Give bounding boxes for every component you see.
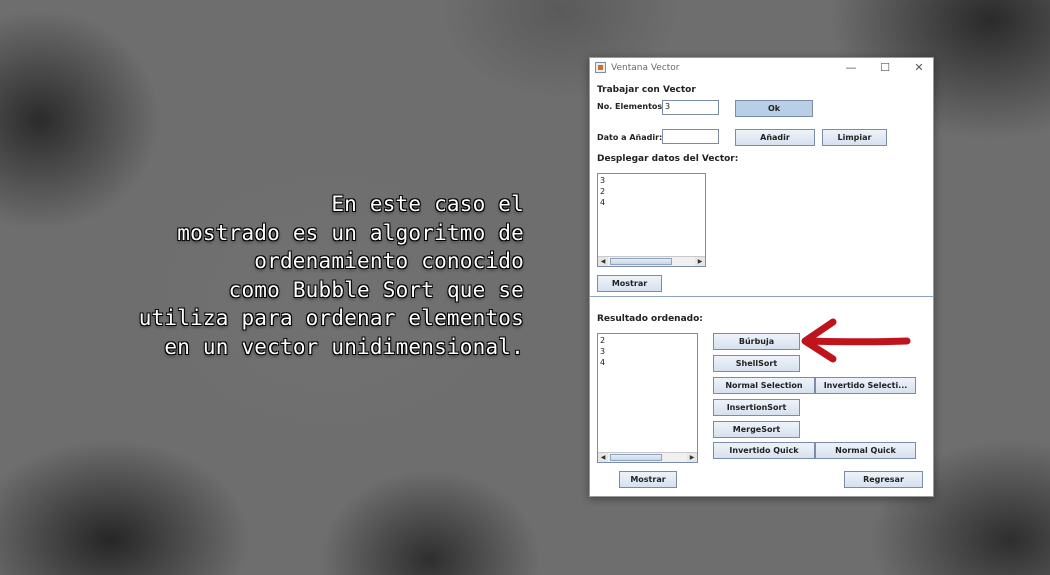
scroll-thumb[interactable]	[610, 454, 662, 461]
close-button[interactable]: ✕	[912, 61, 926, 75]
ok-button[interactable]: Ok	[735, 100, 813, 117]
caption-text: En este caso el mostrado es un algoritmo…	[110, 190, 524, 361]
vector-item: 2	[600, 187, 606, 196]
vector-item: 4	[600, 198, 606, 207]
display-title: Desplegar datos del Vector:	[597, 154, 739, 164]
inverted-quick-button[interactable]: Invertido Quick	[713, 442, 815, 459]
title-bar[interactable]: Ventana Vector — ☐ ✕	[590, 58, 933, 79]
num-elements-field[interactable]: 3	[662, 100, 719, 115]
maximize-button[interactable]: ☐	[878, 61, 892, 75]
scroll-thumb[interactable]	[610, 258, 672, 265]
scroll-left-arrow-icon[interactable]: ◀	[598, 257, 608, 266]
section-divider	[590, 296, 933, 297]
vector-item: 3	[600, 176, 606, 185]
scroll-right-arrow-icon[interactable]: ▶	[687, 453, 697, 462]
caption-line: como Bubble Sort que se	[228, 277, 524, 302]
inverted-selection-button[interactable]: Invertido Selecti...	[815, 377, 916, 394]
bubble-sort-button[interactable]: Búrbuja	[713, 333, 800, 350]
result-item: 4	[600, 358, 606, 367]
vector-data-textarea[interactable]: 3 2 4 ◀ ▶	[597, 173, 706, 267]
insertion-sort-button[interactable]: InsertionSort	[713, 399, 800, 416]
back-button[interactable]: Regresar	[844, 471, 923, 488]
add-button[interactable]: Añadir	[735, 129, 815, 146]
normal-selection-button[interactable]: Normal Selection	[713, 377, 815, 394]
normal-quick-button[interactable]: Normal Quick	[815, 442, 916, 459]
num-elements-label: No. Elementos:	[597, 102, 666, 111]
caption-line: En este caso el	[331, 192, 524, 216]
shell-sort-button[interactable]: ShellSort	[713, 355, 800, 372]
arrow-shaft	[803, 337, 911, 346]
window-content: Trabajar con Vector No. Elementos: 3 Ok …	[590, 79, 933, 496]
vector-window: Ventana Vector — ☐ ✕ Trabajar con Vector…	[589, 57, 934, 497]
result-item: 2	[600, 336, 606, 345]
red-arrow-annotation	[801, 318, 911, 363]
minimize-button[interactable]: —	[844, 61, 858, 75]
add-data-field[interactable]	[662, 129, 719, 144]
window-title: Ventana Vector	[611, 63, 680, 73]
result-title: Resultado ordenado:	[597, 314, 703, 324]
scroll-left-arrow-icon[interactable]: ◀	[598, 453, 608, 462]
caption-line: en un vector unidimensional.	[164, 334, 524, 359]
show-vector-button[interactable]: Mostrar	[597, 275, 662, 292]
clear-button[interactable]: Limpiar	[822, 129, 887, 146]
caption-line: utiliza para ordenar elementos	[138, 306, 524, 330]
result-textarea[interactable]: 2 3 4 ◀ ▶	[597, 333, 698, 463]
java-app-icon	[595, 62, 606, 73]
result-item: 3	[600, 347, 606, 356]
horizontal-scrollbar[interactable]: ◀ ▶	[598, 256, 705, 266]
section-title: Trabajar con Vector	[597, 85, 696, 95]
add-data-label: Dato a Añadir:	[597, 133, 663, 142]
merge-sort-button[interactable]: MergeSort	[713, 421, 800, 438]
caption-line: ordenamiento conocido	[254, 249, 524, 273]
scroll-right-arrow-icon[interactable]: ▶	[695, 257, 705, 266]
horizontal-scrollbar[interactable]: ◀ ▶	[598, 452, 697, 462]
show-result-button[interactable]: Mostrar	[619, 471, 677, 488]
caption-line: mostrado es un algoritmo de	[177, 220, 524, 245]
